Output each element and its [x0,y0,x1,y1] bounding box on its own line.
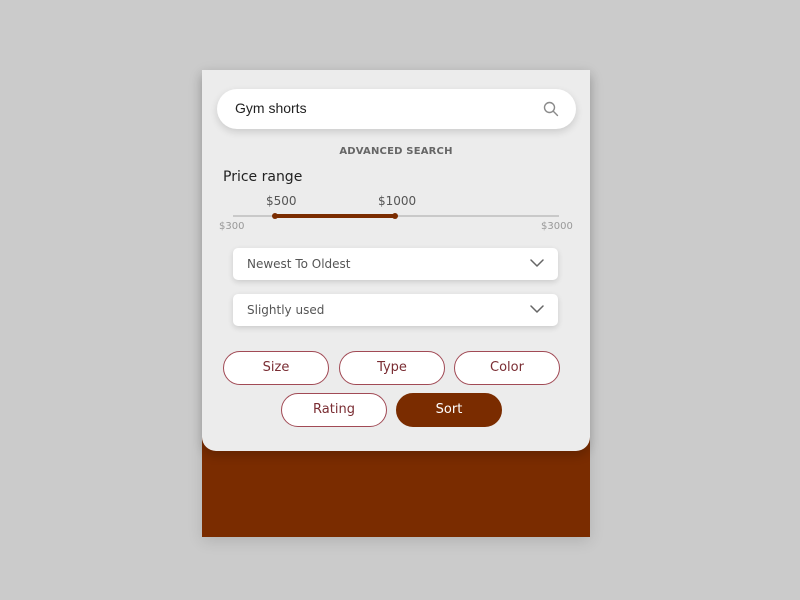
search-input[interactable]: Gym shorts [235,100,307,116]
condition-dropdown[interactable]: Slightly used [233,294,558,326]
size-filter-button[interactable]: Size [223,351,329,385]
type-filter-button[interactable]: Type [339,351,445,385]
sort-order-dropdown[interactable]: Newest To Oldest [233,248,558,280]
rating-filter-button[interactable]: Rating [281,393,387,427]
filter-card: Gym shorts ADVANCED SEARCH Price range $… [202,70,590,537]
price-low-value: $500 [266,194,297,208]
advanced-search-link[interactable]: ADVANCED SEARCH [202,146,590,157]
color-filter-button[interactable]: Color [454,351,560,385]
price-slider-low-handle[interactable] [272,213,278,219]
chevron-down-icon [530,259,544,267]
price-high-value: $1000 [378,194,417,208]
search-panel: Gym shorts ADVANCED SEARCH Price range $… [202,70,590,451]
chevron-down-icon [530,305,544,313]
search-icon[interactable] [543,101,559,117]
sort-button[interactable]: Sort [396,393,502,427]
price-range-label: Price range [223,169,303,185]
search-bar[interactable]: Gym shorts [217,89,576,129]
price-max-label: $3000 [541,221,573,232]
sort-order-value: Newest To Oldest [247,257,351,271]
price-slider-selected-range [275,214,395,218]
price-slider-high-handle[interactable] [392,213,398,219]
condition-value: Slightly used [247,303,325,317]
price-min-label: $300 [219,221,245,232]
